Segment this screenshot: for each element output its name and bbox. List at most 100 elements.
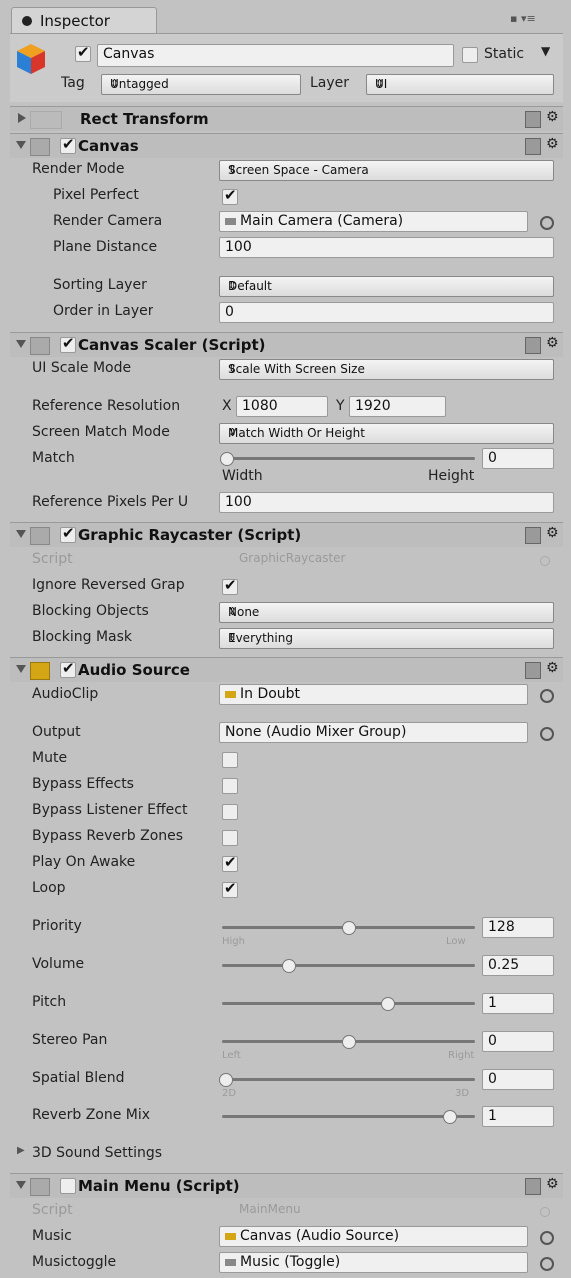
reference-pixels-per-unit-input[interactable]: 100: [219, 492, 554, 513]
plane-distance-input[interactable]: 100: [219, 237, 554, 258]
pitch-slider-knob[interactable]: [381, 997, 395, 1011]
pitch-slider-track[interactable]: [222, 1002, 475, 1005]
script-label: Script: [32, 1202, 73, 1218]
canvas-scaler-enabled-checkbox[interactable]: [60, 334, 76, 353]
blocking-objects-dropdown[interactable]: None ⇕: [219, 602, 554, 623]
order-in-layer-input[interactable]: 0: [219, 302, 554, 323]
expand-arrow-icon[interactable]: [16, 665, 26, 673]
reverb-zone-mix-slider-knob[interactable]: [443, 1110, 457, 1124]
graphic-raycaster-enabled-checkbox[interactable]: [60, 524, 76, 543]
tag-dropdown[interactable]: Untagged ⇕: [101, 74, 301, 95]
foldout-arrow-icon[interactable]: ▶: [17, 1145, 25, 1156]
object-picker-icon[interactable]: [540, 1257, 554, 1271]
ref-resolution-x-input[interactable]: 1080: [236, 396, 328, 417]
object-picker-icon[interactable]: [540, 689, 554, 703]
render-camera-field[interactable]: Main Camera (Camera): [219, 211, 528, 232]
object-name-input[interactable]: Canvas: [97, 44, 454, 67]
screen-match-mode-dropdown[interactable]: Match Width Or Height ⇕: [219, 423, 554, 444]
canvas-component-header[interactable]: Canvas ⚙: [10, 133, 563, 158]
pitch-input[interactable]: 1: [482, 993, 554, 1014]
gear-icon[interactable]: ⚙: [546, 660, 559, 676]
stereo-pan-slider-knob[interactable]: [342, 1035, 356, 1049]
volume-slider-track[interactable]: [222, 964, 475, 967]
musictoggle-field[interactable]: Music (Toggle): [219, 1252, 528, 1273]
canvas-scaler-title: Canvas Scaler (Script): [78, 336, 266, 354]
loop-checkbox[interactable]: [222, 879, 238, 898]
audioclip-field[interactable]: In Doubt: [219, 684, 528, 705]
match-slider-track[interactable]: [222, 457, 475, 460]
expand-arrow-icon[interactable]: [16, 340, 26, 348]
gear-icon[interactable]: ⚙: [546, 1176, 559, 1192]
stereo-pan-label: Stereo Pan: [32, 1032, 108, 1048]
object-picker-icon[interactable]: [540, 1231, 554, 1245]
stereo-pan-input[interactable]: 0: [482, 1031, 554, 1052]
bypass-reverb-zones-label: Bypass Reverb Zones: [32, 828, 184, 844]
pixel-perfect-checkbox[interactable]: [222, 186, 238, 205]
expand-arrow-icon[interactable]: [16, 141, 26, 149]
screen-match-mode-label: Screen Match Mode: [32, 424, 170, 440]
expand-arrow-icon[interactable]: [16, 1181, 26, 1189]
reverb-zone-mix-input[interactable]: 1: [482, 1106, 554, 1127]
audio-source-header[interactable]: Audio Source ⚙: [10, 657, 563, 682]
spatial-blend-slider-track[interactable]: [222, 1078, 475, 1081]
script-icon: [30, 527, 50, 545]
help-book-icon[interactable]: [525, 1178, 541, 1195]
expand-arrow-icon[interactable]: [16, 530, 26, 538]
canvas-scaler-header[interactable]: Canvas Scaler (Script) ⚙: [10, 332, 563, 357]
active-checkbox[interactable]: [75, 43, 91, 62]
spatial-blend-slider-knob[interactable]: [219, 1073, 233, 1087]
object-picker-icon[interactable]: [540, 727, 554, 741]
layer-dropdown[interactable]: UI ⇕: [366, 74, 554, 95]
inspector-tab[interactable]: Inspector: [11, 7, 157, 34]
object-picker-icon[interactable]: [540, 216, 554, 230]
volume-input[interactable]: 0.25: [482, 955, 554, 976]
audioclip-value: In Doubt: [240, 686, 301, 702]
help-book-icon[interactable]: [525, 111, 541, 128]
object-picker-icon: [540, 1207, 550, 1217]
bypass-listener-effects-checkbox[interactable]: [222, 804, 238, 820]
gear-icon[interactable]: ⚙: [546, 136, 559, 152]
tag-label: Tag: [61, 75, 85, 91]
canvas-enabled-checkbox[interactable]: [60, 135, 76, 154]
play-on-awake-checkbox[interactable]: [222, 853, 238, 872]
reverb-zone-mix-slider-track[interactable]: [222, 1115, 475, 1118]
help-book-icon[interactable]: [525, 337, 541, 354]
volume-slider-knob[interactable]: [282, 959, 296, 973]
ignore-reversed-graphics-checkbox[interactable]: [222, 576, 238, 595]
gear-icon[interactable]: ⚙: [546, 109, 559, 125]
static-checkbox[interactable]: [462, 47, 478, 63]
static-dropdown-icon[interactable]: ▼: [541, 44, 550, 58]
bypass-effects-checkbox[interactable]: [222, 778, 238, 794]
3d-sound-settings-foldout[interactable]: 3D Sound Settings: [32, 1145, 162, 1161]
window-menu-icon[interactable]: ▪ ▾≡: [510, 12, 536, 25]
spatial-blend-input[interactable]: 0: [482, 1069, 554, 1090]
graphic-raycaster-header[interactable]: Graphic Raycaster (Script) ⚙: [10, 522, 563, 547]
ref-resolution-y-input[interactable]: 1920: [349, 396, 446, 417]
match-value-input[interactable]: 0: [482, 448, 554, 469]
sorting-layer-dropdown[interactable]: Default ⇕: [219, 276, 554, 297]
help-book-icon[interactable]: [525, 138, 541, 155]
collapse-arrow-icon[interactable]: [18, 113, 26, 123]
bypass-effects-label: Bypass Effects: [32, 776, 134, 792]
help-book-icon[interactable]: [525, 527, 541, 544]
object-name-text: Canvas: [103, 46, 155, 62]
gear-icon[interactable]: ⚙: [546, 335, 559, 351]
bypass-reverb-zones-checkbox[interactable]: [222, 830, 238, 846]
ui-scale-mode-dropdown[interactable]: Scale With Screen Size ⇕: [219, 359, 554, 380]
audio-source-enabled-checkbox[interactable]: [60, 659, 76, 678]
main-menu-enabled-checkbox[interactable]: [60, 1178, 76, 1194]
help-book-icon[interactable]: [525, 662, 541, 679]
render-mode-dropdown[interactable]: Screen Space - Camera ⇕: [219, 160, 554, 181]
output-field[interactable]: None (Audio Mixer Group): [219, 722, 528, 743]
mute-checkbox[interactable]: [222, 752, 238, 768]
priority-input[interactable]: 128: [482, 917, 554, 938]
blocking-mask-dropdown[interactable]: Everything ⇕: [219, 628, 554, 649]
match-slider-knob[interactable]: [220, 452, 234, 466]
musictoggle-label: Musictoggle: [32, 1254, 117, 1270]
gear-icon[interactable]: ⚙: [546, 525, 559, 541]
priority-slider-knob[interactable]: [342, 921, 356, 935]
rect-transform-header[interactable]: Rect Transform ⚙: [10, 106, 563, 131]
spatial-blend-label: Spatial Blend: [32, 1070, 125, 1086]
main-menu-header[interactable]: Main Menu (Script) ⚙: [10, 1173, 563, 1198]
music-field[interactable]: Canvas (Audio Source): [219, 1226, 528, 1247]
